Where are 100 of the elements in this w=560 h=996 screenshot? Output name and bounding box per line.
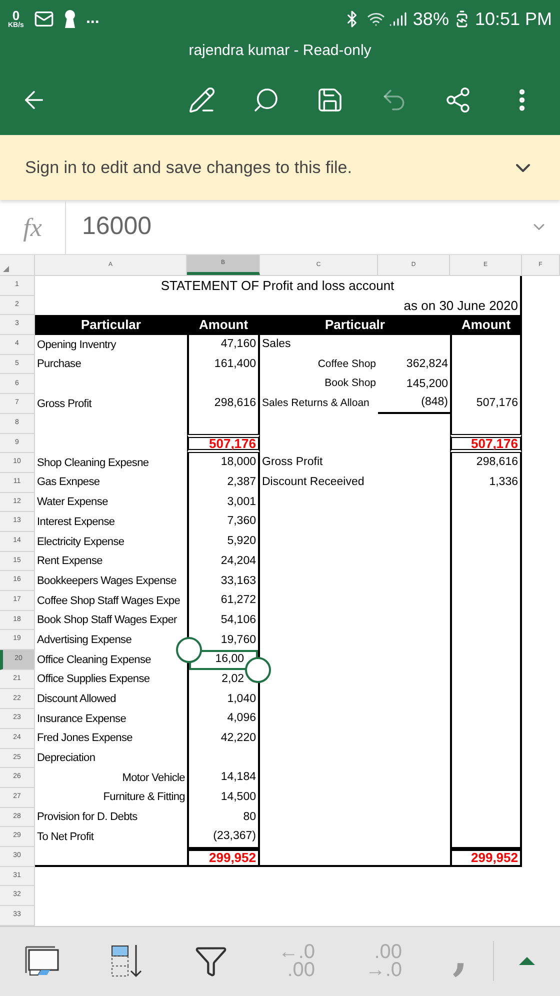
cell-text: 18,000 bbox=[220, 455, 256, 470]
cell-text: 362,824 bbox=[406, 356, 448, 372]
cell-text: 42,220 bbox=[220, 731, 256, 746]
cell-text: Sales Returns & Alloan bbox=[262, 396, 370, 412]
cell-text: 507,176 bbox=[471, 434, 518, 453]
table-cell[interactable] bbox=[187, 748, 260, 768]
table-cell[interactable] bbox=[450, 827, 522, 847]
clock: 10:51 PM bbox=[474, 8, 552, 30]
cell-text: Rent Expense bbox=[37, 554, 102, 570]
table-cell[interactable] bbox=[450, 610, 522, 630]
select-all-icon[interactable] bbox=[3, 266, 9, 272]
cell-text: 33,163 bbox=[220, 574, 256, 589]
cell-text: (23,367) bbox=[213, 829, 256, 844]
cell-text: Bookkeepers Wages Expense bbox=[37, 574, 176, 589]
cell-text: 161,400 bbox=[214, 356, 256, 372]
cell-text: Gas Exnpese bbox=[37, 475, 100, 490]
cell-text: 14,184 bbox=[220, 770, 256, 786]
cell-text: 298,616 bbox=[214, 396, 256, 412]
table-cell[interactable] bbox=[450, 374, 522, 394]
sign-in-banner[interactable]: Sign in to edit and save changes to this file. bbox=[0, 135, 560, 200]
cell-text: 7,360 bbox=[227, 514, 256, 530]
table-cell[interactable] bbox=[450, 571, 522, 591]
cell-text: Opening Inventry bbox=[37, 338, 116, 353]
cell-text: Fred Jones Expense bbox=[37, 731, 132, 746]
cell-text: 507,176 bbox=[209, 434, 256, 453]
table-cell[interactable] bbox=[450, 670, 522, 690]
filter-icon[interactable] bbox=[194, 944, 228, 978]
table-cell[interactable] bbox=[450, 709, 522, 729]
pencil-icon[interactable] bbox=[188, 86, 216, 114]
table-cell[interactable] bbox=[450, 689, 522, 710]
cell-text: Insurance Expense bbox=[37, 712, 126, 727]
cell-text: 19,760 bbox=[220, 632, 256, 648]
cell-text: Provision for D. Debts bbox=[37, 810, 138, 826]
cell-text: 47,160 bbox=[220, 337, 256, 352]
cell-text: 2,387 bbox=[227, 475, 256, 490]
cell-text: Motor Vehicle bbox=[122, 770, 185, 786]
table-cell[interactable] bbox=[450, 552, 522, 572]
cell-text: Book Shop Staff Wages Exper bbox=[37, 613, 177, 628]
cell-text: Depreciation bbox=[37, 751, 96, 766]
cell-text: Discount Allowed bbox=[37, 692, 116, 708]
cell-text: 1,040 bbox=[227, 692, 256, 707]
date-text: as on 30 June 2020 bbox=[404, 296, 518, 315]
selection-handle[interactable] bbox=[245, 656, 271, 683]
keyhole-icon bbox=[64, 10, 76, 28]
cell-text: Gross Profit bbox=[37, 396, 92, 412]
column-heading: Particular bbox=[81, 316, 141, 334]
cell-text: 16,00 bbox=[215, 652, 244, 668]
table-cell[interactable] bbox=[450, 591, 522, 611]
cell-text: Electricity Expense bbox=[37, 534, 124, 550]
cell-text: 299,952 bbox=[471, 849, 518, 868]
save-icon[interactable] bbox=[316, 86, 344, 114]
table-cell[interactable] bbox=[450, 650, 522, 670]
sort-icon[interactable] bbox=[110, 944, 144, 978]
column-heading: Particualr bbox=[325, 316, 385, 334]
search-icon[interactable] bbox=[252, 86, 280, 114]
cell-text: 145,200 bbox=[406, 376, 448, 392]
table-cell[interactable] bbox=[450, 414, 522, 434]
table-cell[interactable] bbox=[450, 768, 522, 788]
cell-text: Interest Expense bbox=[37, 514, 115, 530]
table-cell[interactable] bbox=[450, 354, 522, 374]
document-title: rajendra kumar - Read-only bbox=[188, 41, 372, 62]
table-cell[interactable] bbox=[187, 414, 260, 434]
table-cell[interactable] bbox=[187, 374, 260, 394]
table-cell[interactable] bbox=[450, 335, 522, 355]
formula-field[interactable]: 16000 bbox=[66, 200, 530, 254]
share-icon[interactable] bbox=[444, 86, 472, 114]
more-notifications: ... bbox=[86, 9, 100, 29]
table-cell[interactable] bbox=[450, 728, 522, 748]
cell-text: 5,920 bbox=[227, 534, 256, 550]
cell-text: Sales bbox=[262, 337, 291, 352]
column-heading: Amount bbox=[461, 316, 511, 334]
cell-text: 54,106 bbox=[220, 612, 256, 628]
cell-text: 61,272 bbox=[220, 593, 256, 608]
cell-text: 2,02 bbox=[222, 672, 244, 687]
battery-level: 38% bbox=[412, 8, 449, 30]
function-label: fx bbox=[23, 212, 42, 244]
cell-text: 14,500 bbox=[220, 790, 256, 806]
cell-text: 298,616 bbox=[476, 455, 518, 470]
cell-text: Book Shop bbox=[324, 376, 376, 392]
table-cell[interactable] bbox=[450, 748, 522, 768]
cell-text: 507,176 bbox=[476, 396, 518, 412]
cell-text: Office Supplies Expense bbox=[37, 672, 150, 688]
cell-text: 80 bbox=[243, 810, 256, 825]
cell-text: 24,204 bbox=[220, 554, 256, 569]
sheet-title: STATEMENT OF Profit and loss account bbox=[160, 277, 394, 296]
table-cell[interactable] bbox=[450, 630, 522, 650]
network-speed: 0 bbox=[12, 9, 20, 22]
freeze-panes-icon[interactable] bbox=[25, 946, 60, 976]
cell-text: 299,952 bbox=[209, 849, 256, 868]
selection-handle[interactable] bbox=[176, 637, 202, 664]
table-cell[interactable] bbox=[450, 788, 522, 808]
cell-text: Advertising Expense bbox=[37, 632, 132, 648]
table-cell[interactable] bbox=[450, 532, 522, 552]
cell-text: (848) bbox=[421, 395, 448, 410]
cell-text: 4,096 bbox=[227, 711, 256, 726]
table-cell[interactable] bbox=[450, 492, 522, 512]
column-heading: Amount bbox=[198, 316, 248, 334]
cell-text: Coffee Shop Staff Wages Expe bbox=[37, 594, 180, 609]
table-cell[interactable] bbox=[450, 808, 522, 828]
table-cell[interactable] bbox=[450, 512, 522, 532]
